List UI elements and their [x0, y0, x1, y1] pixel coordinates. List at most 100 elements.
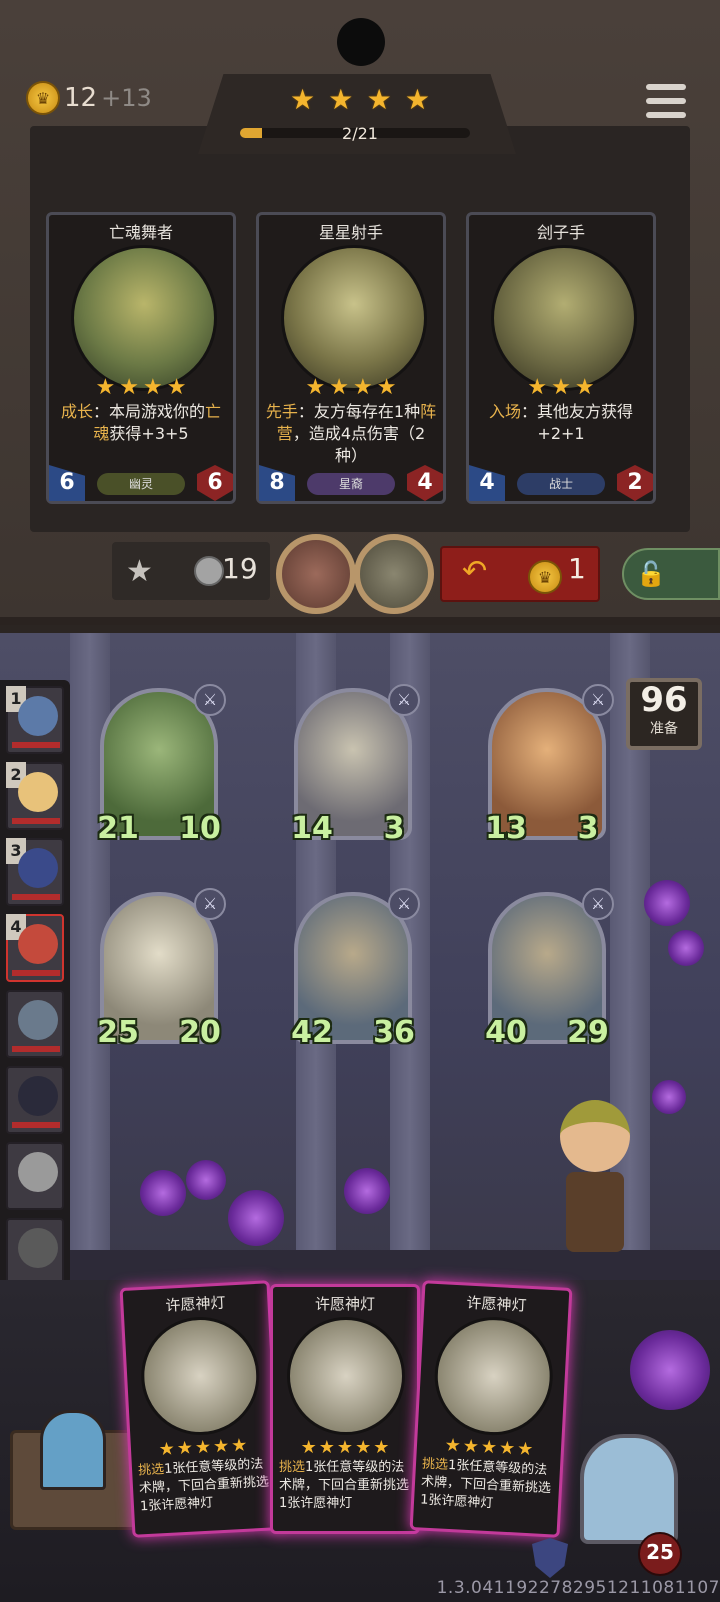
opponent-item[interactable]	[6, 1066, 64, 1134]
card-description: 入场：其他友方获得+2+1	[488, 402, 634, 443]
hero-character-head	[560, 1100, 630, 1172]
magic-lamp-art	[287, 1317, 405, 1435]
card-stars: ★ ★ ★ ★	[95, 375, 187, 400]
rose-decoration	[668, 930, 704, 966]
card-attack: 6	[49, 465, 85, 501]
board-unit[interactable]: ⚔ 14 3	[291, 684, 420, 846]
board-unit[interactable]: ⚔ 13 3	[485, 684, 614, 846]
card-attack: 8	[259, 465, 295, 501]
pocket-watch-icon[interactable]	[354, 534, 434, 614]
prep-timer-label: 准备	[650, 721, 678, 737]
rose-decoration	[630, 1330, 710, 1410]
star-upgrade-icon: ★	[126, 554, 153, 589]
card-health: 2	[617, 465, 653, 501]
opponent-item[interactable]	[6, 990, 64, 1058]
menu-button[interactable]	[646, 84, 686, 118]
shop-card[interactable]: 亡魂舞者 ★ ★ ★ ★ 成长：本局游戏你的亡魂获得+3+5 6 幽灵 6	[46, 212, 236, 504]
lock-icon: 🔓	[636, 560, 666, 588]
unit-health: 3	[577, 811, 599, 846]
rose-decoration	[140, 1170, 186, 1216]
unit-attack: 14	[291, 811, 333, 846]
card-stars: ★ ★ ★ ★ ★	[300, 1437, 390, 1458]
opponent-item[interactable]	[6, 1218, 64, 1286]
unit-attack: 25	[97, 1015, 139, 1050]
gold-income: +13	[101, 84, 152, 112]
board-unit[interactable]: ⚔ 25 20	[97, 888, 226, 1050]
card-attack: 4	[469, 465, 505, 501]
card-description: 先手：友方每存在1种阵营，造成4点伤害（2种）	[265, 402, 437, 465]
card-portrait	[71, 245, 217, 391]
tier-star: ★	[404, 83, 430, 116]
card-portrait	[491, 245, 637, 391]
menu-icon	[646, 84, 686, 90]
tier-star: ★	[328, 83, 354, 116]
board-unit[interactable]: ⚔ 21 10	[97, 684, 226, 846]
sword-icon: ⚔	[388, 888, 420, 920]
card-name: 许愿神灯	[314, 1295, 375, 1313]
opponent-item[interactable]: 4	[6, 914, 64, 982]
card-tribe: 星裔	[307, 473, 395, 495]
unit-attack: 13	[485, 811, 527, 846]
tier-star: ★	[366, 83, 392, 116]
opponent-item[interactable]: 1	[6, 686, 64, 754]
sword-icon: ⚔	[582, 888, 614, 920]
tier-star: ★	[290, 83, 316, 116]
tavern-tier-stars: ★ ★ ★ ★	[290, 86, 430, 114]
player-health: 25	[646, 1540, 674, 1564]
unit-attack: 40	[485, 1015, 527, 1050]
opponent-item[interactable]: 2	[6, 762, 64, 830]
unit-health: 20	[179, 1015, 221, 1050]
card-description: 成长：本局游戏你的亡魂获得+3+5	[60, 402, 222, 443]
card-portrait	[281, 245, 427, 391]
player-hero-portrait[interactable]	[580, 1434, 678, 1544]
hand-card[interactable]: 许愿神灯 ★ ★ ★ ★ ★ 挑选1张任意等级的法术牌，下回合重新挑选1张许愿神灯	[119, 1280, 283, 1538]
magic-lamp-art	[431, 1314, 556, 1439]
camera-cutout	[337, 18, 385, 66]
shop-card[interactable]: 刽子手 ★ ★ ★ 入场：其他友方获得+2+1 4 战士 2	[466, 212, 656, 504]
card-name: 亡魂舞者	[108, 223, 173, 242]
crown-coin-icon: ♛	[26, 81, 60, 115]
sword-icon: ⚔	[194, 888, 226, 920]
rose-decoration	[344, 1168, 390, 1214]
shop-card[interactable]: 星星射手 ★ ★ ★ ★ 先手：友方每存在1种阵营，造成4点伤害（2种） 8 星裔 4	[256, 212, 446, 504]
silver-coin-icon	[194, 556, 224, 586]
unit-health: 36	[373, 1015, 415, 1050]
card-stars: ★ ★ ★ ★	[305, 375, 397, 400]
card-name: 刽子手	[536, 223, 585, 242]
board-unit[interactable]: ⚔ 40 29	[485, 888, 614, 1050]
opponent-item[interactable]	[6, 1142, 64, 1210]
hand-card[interactable]: 许愿神灯 ★ ★ ★ ★ ★ 挑选1张任意等级的法术牌，下回合重新挑选1张许愿神灯	[270, 1284, 420, 1534]
crown-coin-icon: ♛	[528, 560, 562, 594]
sword-icon: ⚔	[582, 684, 614, 716]
sword-icon: ⚔	[388, 684, 420, 716]
pocket-watch-icon[interactable]	[276, 534, 356, 614]
card-health: 4	[407, 465, 443, 501]
xp-progress-fill	[240, 128, 262, 138]
board-unit[interactable]: ⚔ 42 36	[291, 888, 420, 1050]
rose-decoration	[186, 1160, 226, 1200]
rose-decoration	[644, 880, 690, 926]
card-description: 挑选1张任意等级的法术牌，下回合重新挑选1张许愿神灯	[419, 1456, 552, 1512]
card-description: 挑选1张任意等级的法术牌，下回合重新挑选1张许愿神灯	[279, 1460, 410, 1511]
card-name: 星星射手	[318, 223, 383, 242]
hero-character-body	[566, 1172, 624, 1252]
version-text: 1.3.0411922782951211081107	[436, 1578, 720, 1598]
card-tribe: 战士	[517, 473, 605, 495]
card-description: 挑选1张任意等级的法术牌，下回合重新挑选1张许愿神灯	[137, 1456, 270, 1515]
unit-attack: 21	[97, 811, 139, 846]
bench-hero-portrait[interactable]	[40, 1410, 106, 1490]
card-health: 6	[197, 465, 233, 501]
opponent-item[interactable]: 3	[6, 838, 64, 906]
refresh-cost: 1	[568, 552, 586, 585]
magic-lamp-art	[138, 1313, 263, 1438]
sword-icon: ⚔	[194, 684, 226, 716]
unit-health: 3	[383, 811, 405, 846]
rose-decoration	[652, 1080, 686, 1114]
card-name: 许愿神灯	[466, 1293, 527, 1315]
hand-card[interactable]: 许愿神灯 ★ ★ ★ ★ ★ 挑选1张任意等级的法术牌，下回合重新挑选1张许愿神灯	[409, 1280, 573, 1538]
rose-decoration	[228, 1190, 284, 1246]
gold-value: 12	[64, 83, 98, 113]
card-name: 许愿神灯	[165, 1293, 226, 1315]
refresh-arrow-icon: ↶	[462, 554, 488, 589]
prep-timer-value: 96	[640, 680, 688, 720]
